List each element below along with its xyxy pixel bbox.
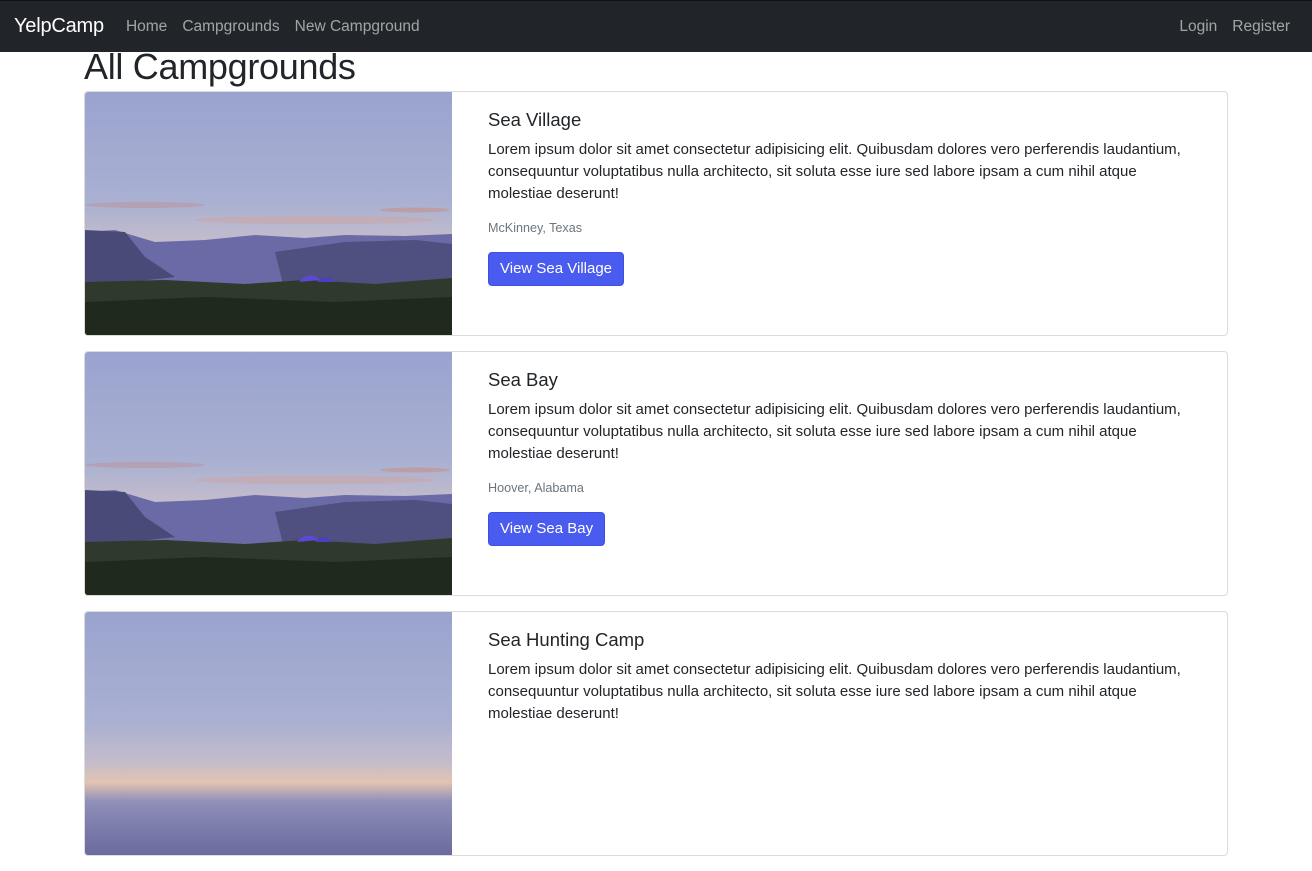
page-title: All Campgrounds [84,48,1228,91]
campground-location: Hoover, Alabama [488,481,584,495]
campground-photo-svg [85,352,452,595]
campground-image [85,612,452,855]
navbar: YelpCamp Home Campgrounds New Campground… [0,0,1312,52]
campground-title: Sea Village [488,109,582,130]
nav-new-campground-link[interactable]: New Campground [295,18,420,36]
nav-register-link[interactable]: Register [1232,18,1290,36]
campground-description: Lorem ipsum dolor sit amet consectetur a… [488,661,1181,722]
campground-description: Lorem ipsum dolor sit amet consectetur a… [488,401,1181,462]
card-body: Sea Hunting Camp Lorem ipsum dolor sit a… [452,612,1227,855]
campground-card: Sea Village Lorem ipsum dolor sit amet c… [84,91,1228,336]
campground-title: Sea Bay [488,369,558,390]
card-body: Sea Village Lorem ipsum dolor sit amet c… [452,92,1227,335]
campground-image [85,92,452,335]
campground-photo-svg [85,92,452,335]
campground-image [85,352,452,595]
campground-description: Lorem ipsum dolor sit amet consectetur a… [488,141,1181,202]
brand-link[interactable]: YelpCamp [14,15,104,38]
campground-photo-svg [85,612,452,855]
view-campground-button[interactable]: View Sea Bay [488,512,606,546]
nav-right: Login Register [1179,18,1298,36]
page-title-text: All Campgrounds [84,46,356,87]
campground-location: McKinney, Texas [488,221,583,235]
nav-home-link[interactable]: Home [126,18,167,36]
view-campground-button[interactable]: View Sea Village [488,252,625,286]
nav-campgrounds-link[interactable]: Campgrounds [182,18,279,36]
campground-title: Sea Hunting Camp [488,629,645,650]
main-container: All Campgrounds Sea Village Lorem ipsum … [84,49,1228,871]
card-body: Sea Bay Lorem ipsum dolor sit amet conse… [452,352,1227,595]
campground-card: Sea Bay Lorem ipsum dolor sit amet conse… [84,351,1228,596]
nav-login-link[interactable]: Login [1179,18,1217,36]
campground-card: Sea Hunting Camp Lorem ipsum dolor sit a… [84,611,1228,856]
